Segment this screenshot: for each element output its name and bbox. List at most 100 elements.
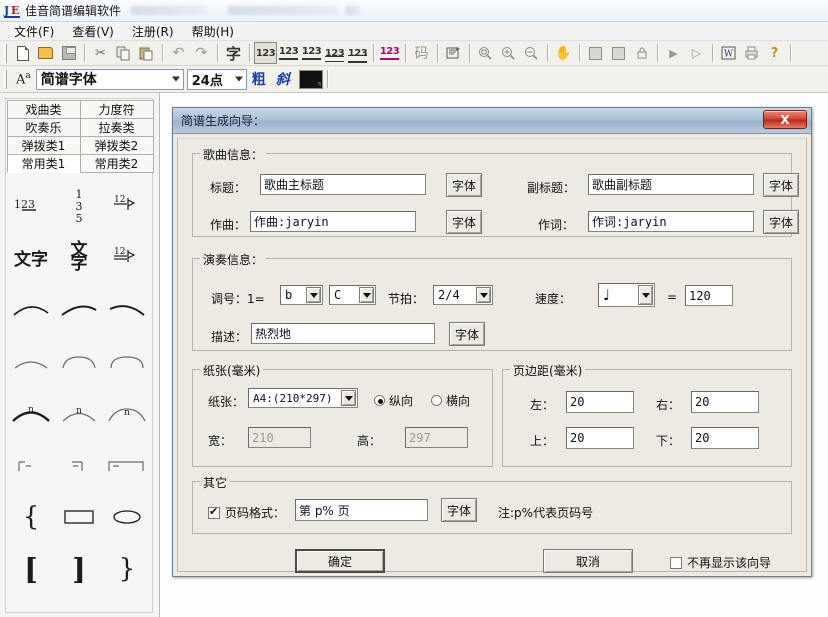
title-font-button[interactable]: 字体	[446, 173, 482, 197]
layer-2-icon[interactable]	[607, 42, 630, 64]
code-icon[interactable]: 码	[410, 42, 433, 64]
menu-register[interactable]: 注册(R)	[124, 22, 182, 41]
tab-lazoulei[interactable]: 拉奏类	[80, 118, 154, 137]
text-vertical-icon[interactable]: 文字	[55, 231, 103, 283]
close-icon[interactable]: X	[763, 110, 807, 129]
number-grace-icon[interactable]: 12	[103, 179, 151, 231]
description-input[interactable]: 热烈地	[251, 323, 435, 344]
page-format-checkbox[interactable]: 页码格式：	[208, 504, 285, 521]
chevron-down-icon[interactable]	[172, 77, 180, 82]
cancel-button[interactable]: 取消	[543, 549, 633, 573]
chevron-down-icon[interactable]	[359, 287, 374, 303]
zoom-page-icon[interactable]	[474, 42, 497, 64]
composer-input[interactable]: 作曲:jaryin	[250, 211, 416, 232]
italic-button[interactable]: 斜	[271, 69, 295, 89]
diminuendo-icon[interactable]	[103, 595, 151, 617]
slur-n-2-icon[interactable]: n	[55, 387, 103, 439]
chevron-down-icon[interactable]	[341, 390, 356, 406]
font-size-combo[interactable]: 24点	[187, 69, 247, 90]
copy-icon[interactable]	[112, 42, 135, 64]
portrait-radio[interactable]: 纵向	[374, 392, 413, 409]
menu-view[interactable]: 查看(V)	[64, 22, 122, 41]
description-font-button[interactable]: 字体	[449, 322, 485, 346]
chevron-down-icon[interactable]	[476, 287, 491, 303]
chevron-down-icon[interactable]	[638, 285, 653, 305]
tab-lidufu[interactable]: 力度符	[80, 100, 154, 119]
font-family-combo[interactable]: 简谱字体	[36, 69, 184, 90]
lyricist-input[interactable]: 作词:jaryin	[588, 211, 754, 232]
help-icon[interactable]: ?	[763, 42, 786, 64]
slur-up-2-icon[interactable]	[55, 283, 103, 335]
margin-right-input[interactable]: 20	[691, 391, 759, 413]
dont-show-wizard-checkbox[interactable]: 不再显示该向导	[670, 554, 771, 571]
text-tool-icon[interactable]: 字	[222, 42, 245, 64]
chevron-down-icon[interactable]	[306, 287, 321, 303]
lock-icon[interactable]	[630, 42, 653, 64]
subtitle-input[interactable]: 歌曲副标题	[588, 174, 754, 195]
brace-icon[interactable]: {	[7, 491, 55, 543]
undo-icon[interactable]: ↶	[167, 42, 190, 64]
slur-up-1-icon[interactable]	[7, 283, 55, 335]
print-icon[interactable]	[740, 42, 763, 64]
bold-bracket-right-icon[interactable]: ]	[55, 543, 103, 595]
new-icon[interactable]	[11, 42, 34, 64]
bracket-1-icon[interactable]	[7, 439, 55, 491]
slur-n-3-icon[interactable]: n	[103, 387, 151, 439]
note-colored-icon[interactable]: 123	[378, 42, 401, 64]
app-titlebar[interactable]: JE 佳音简谱编辑软件	[0, 0, 828, 22]
redo-icon[interactable]: ↷	[190, 42, 213, 64]
ok-button[interactable]: 确定	[295, 549, 385, 573]
slur-down-1-icon[interactable]	[7, 335, 55, 387]
tab-tanbolei-2[interactable]: 弹拨类2	[80, 136, 154, 155]
key-note-combo[interactable]: C	[329, 285, 376, 305]
cut-icon[interactable]: ✂	[89, 42, 112, 64]
number-grace-2-icon[interactable]: 12	[103, 231, 151, 283]
page-format-font-button[interactable]: 字体	[441, 498, 477, 522]
tab-changyonglei-1[interactable]: 常用类1	[7, 154, 81, 173]
properties-icon[interactable]	[442, 42, 465, 64]
bold-bracket-left-icon[interactable]: [	[7, 543, 55, 595]
dialog-titlebar[interactable]: 简谱生成向导： X	[173, 108, 811, 134]
note-underline-4-icon[interactable]: 123	[346, 42, 369, 64]
numbers-stacked-icon[interactable]: 135	[55, 179, 103, 231]
title-input[interactable]: 歌曲主标题	[260, 174, 426, 195]
play-step-icon[interactable]: ▷	[685, 42, 708, 64]
height-input[interactable]: 297	[405, 427, 468, 448]
bracket-2-icon[interactable]	[55, 439, 103, 491]
ellipse-icon[interactable]	[103, 491, 151, 543]
text-horizontal-icon[interactable]: 文字	[7, 231, 55, 283]
margin-bottom-input[interactable]: 20	[691, 427, 759, 449]
bold-button[interactable]: 粗	[247, 69, 271, 89]
paper-size-combo[interactable]: A4:(210*297)	[248, 388, 358, 408]
font-toolbar-grip[interactable]	[4, 70, 7, 89]
tab-changyonglei-2[interactable]: 常用类2	[80, 154, 154, 173]
lyricist-font-button[interactable]: 字体	[763, 210, 799, 234]
key-accidental-combo[interactable]: b	[280, 285, 323, 305]
slur-up-3-icon[interactable]	[103, 283, 151, 335]
layer-1-icon[interactable]	[584, 42, 607, 64]
slur-down-2-icon[interactable]	[55, 335, 103, 387]
bracket-3-icon[interactable]	[103, 439, 151, 491]
brace-right-icon[interactable]: }	[103, 543, 151, 595]
tempo-note-combo[interactable]: ♩	[598, 283, 655, 307]
tab-xiqu[interactable]: 戏曲类	[7, 100, 81, 119]
toolbar-grip[interactable]	[4, 44, 7, 63]
numbers-underline-icon[interactable]: 123	[7, 179, 55, 231]
note-underline-1-icon[interactable]: 123	[277, 42, 300, 64]
open-icon[interactable]	[34, 42, 57, 64]
note-plain-icon[interactable]: 123	[254, 42, 277, 64]
line-arrow-icon[interactable]	[7, 595, 55, 617]
crescendo-icon[interactable]	[55, 595, 103, 617]
note-underline-3-icon[interactable]: 123	[323, 42, 346, 64]
slur-down-3-icon[interactable]	[103, 335, 151, 387]
zoom-in-icon[interactable]	[497, 42, 520, 64]
width-input[interactable]: 210	[248, 427, 311, 448]
tempo-value-input[interactable]: 120	[685, 285, 733, 306]
subtitle-font-button[interactable]: 字体	[763, 173, 799, 197]
rectangle-icon[interactable]	[55, 491, 103, 543]
menu-help[interactable]: 帮助(H)	[184, 22, 242, 41]
save-icon[interactable]	[57, 42, 80, 64]
landscape-radio[interactable]: 横向	[431, 392, 470, 409]
margin-left-input[interactable]: 20	[566, 391, 634, 413]
composer-font-button[interactable]: 字体	[446, 210, 482, 234]
